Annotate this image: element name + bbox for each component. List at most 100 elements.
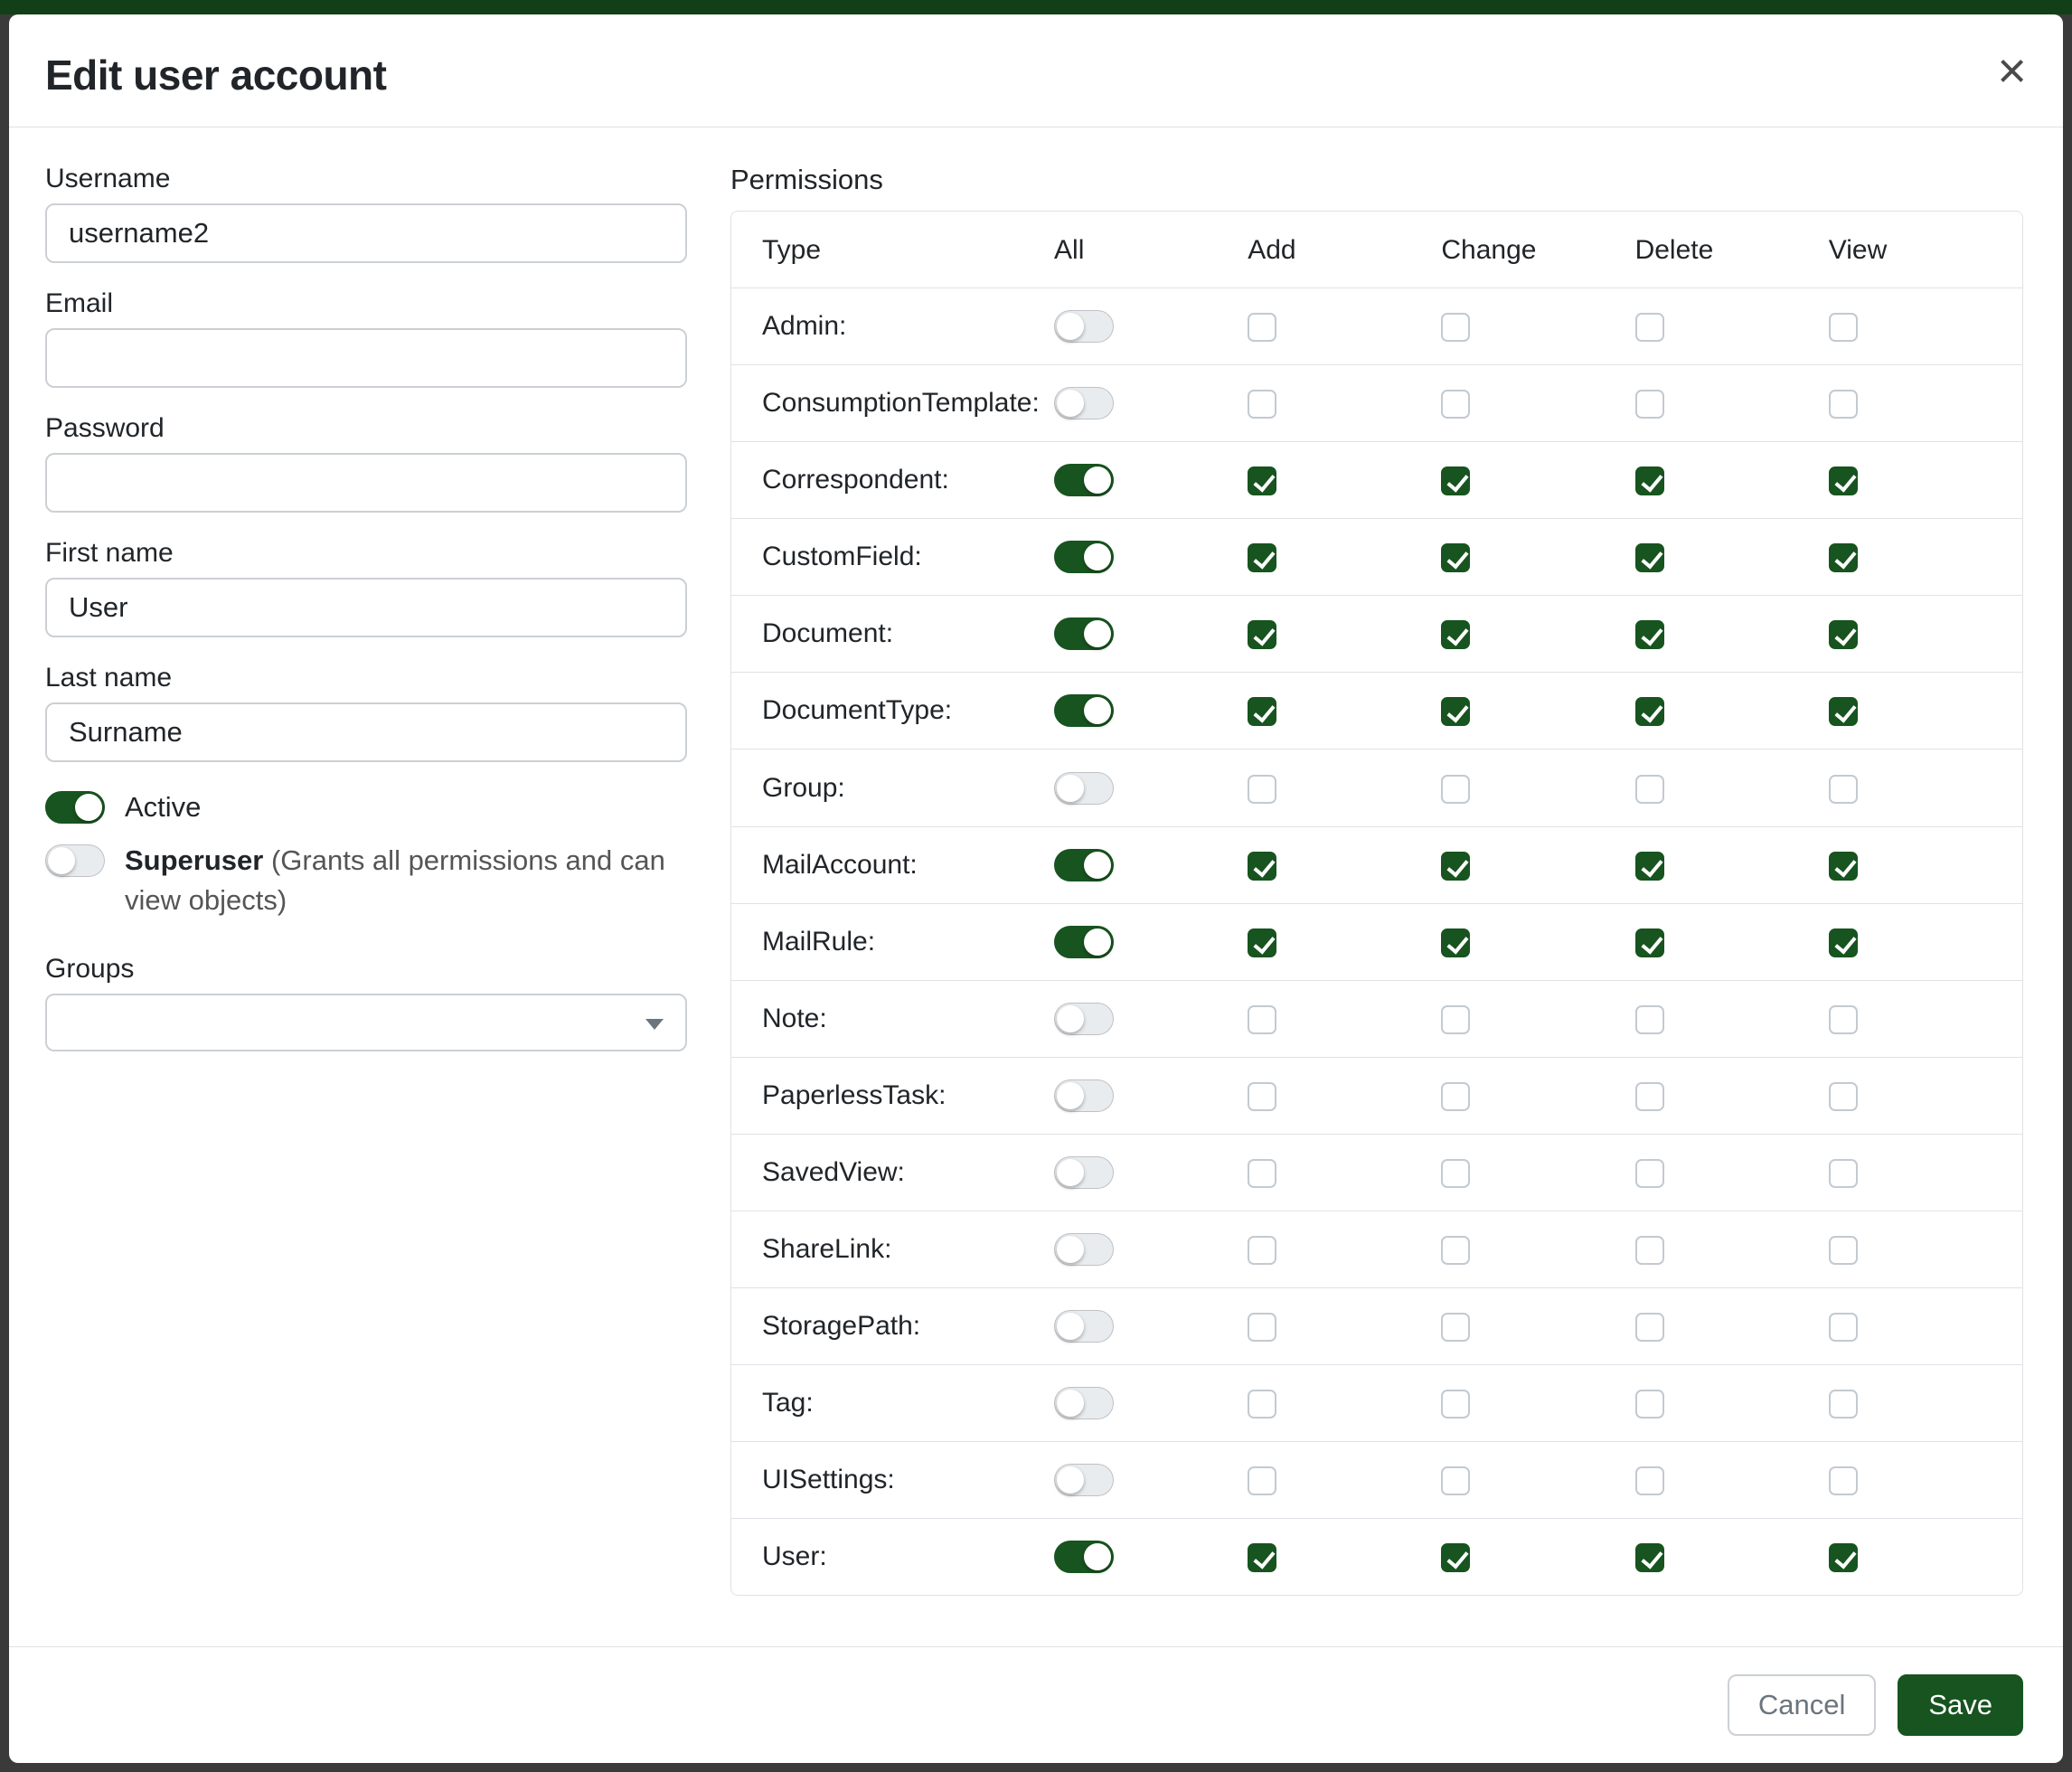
permission-toggle-all[interactable]	[1054, 310, 1114, 343]
permission-checkbox-view[interactable]	[1829, 390, 1858, 419]
permission-checkbox-delete[interactable]	[1635, 1390, 1664, 1419]
username-input[interactable]	[45, 203, 687, 263]
permission-toggle-all[interactable]	[1054, 849, 1114, 881]
permission-toggle-all[interactable]	[1054, 1310, 1114, 1343]
save-button[interactable]: Save	[1898, 1674, 2023, 1736]
permission-type-label: SavedView:	[731, 1134, 1054, 1211]
permission-checkbox-delete[interactable]	[1635, 775, 1664, 804]
permission-toggle-all[interactable]	[1054, 926, 1114, 958]
permission-checkbox-change[interactable]	[1441, 620, 1470, 649]
permission-checkbox-add[interactable]	[1248, 1005, 1276, 1034]
permission-checkbox-view[interactable]	[1829, 852, 1858, 881]
permission-toggle-all[interactable]	[1054, 772, 1114, 805]
column-header-type: Type	[731, 212, 1054, 288]
permission-checkbox-delete[interactable]	[1635, 313, 1664, 342]
email-input[interactable]	[45, 328, 687, 388]
permission-checkbox-change[interactable]	[1441, 775, 1470, 804]
permission-checkbox-delete[interactable]	[1635, 1236, 1664, 1265]
permission-checkbox-change[interactable]	[1441, 1082, 1470, 1111]
permission-checkbox-delete[interactable]	[1635, 390, 1664, 419]
permission-checkbox-view[interactable]	[1829, 1005, 1858, 1034]
permission-checkbox-add[interactable]	[1248, 543, 1276, 572]
permission-toggle-all[interactable]	[1054, 617, 1114, 650]
permission-checkbox-view[interactable]	[1829, 1159, 1858, 1188]
permission-checkbox-delete[interactable]	[1635, 1313, 1664, 1342]
close-icon[interactable]: ×	[1997, 45, 2027, 96]
permission-checkbox-view[interactable]	[1829, 543, 1858, 572]
permission-checkbox-change[interactable]	[1441, 1390, 1470, 1419]
permission-toggle-all[interactable]	[1054, 694, 1114, 727]
permission-checkbox-change[interactable]	[1441, 1005, 1470, 1034]
permission-toggle-all[interactable]	[1054, 1079, 1114, 1112]
permission-checkbox-change[interactable]	[1441, 543, 1470, 572]
first-name-input[interactable]	[45, 578, 687, 637]
permission-checkbox-view[interactable]	[1829, 1313, 1858, 1342]
permission-checkbox-add[interactable]	[1248, 467, 1276, 495]
permission-checkbox-add[interactable]	[1248, 1159, 1276, 1188]
permission-checkbox-add[interactable]	[1248, 1390, 1276, 1419]
permission-toggle-all[interactable]	[1054, 1464, 1114, 1496]
permission-checkbox-view[interactable]	[1829, 1236, 1858, 1265]
permission-checkbox-view[interactable]	[1829, 928, 1858, 957]
groups-select[interactable]	[45, 994, 687, 1051]
permission-checkbox-change[interactable]	[1441, 1236, 1470, 1265]
permission-checkbox-change[interactable]	[1441, 1159, 1470, 1188]
permission-checkbox-view[interactable]	[1829, 697, 1858, 726]
permission-checkbox-add[interactable]	[1248, 390, 1276, 419]
permission-checkbox-delete[interactable]	[1635, 1082, 1664, 1111]
permission-checkbox-delete[interactable]	[1635, 1466, 1664, 1495]
permission-checkbox-add[interactable]	[1248, 1466, 1276, 1495]
permission-checkbox-delete[interactable]	[1635, 467, 1664, 495]
permission-checkbox-view[interactable]	[1829, 1390, 1858, 1419]
cancel-button[interactable]: Cancel	[1728, 1674, 1877, 1736]
permission-toggle-all[interactable]	[1054, 1541, 1114, 1573]
permission-row: StoragePath:	[731, 1288, 2022, 1365]
permission-toggle-all[interactable]	[1054, 1003, 1114, 1035]
permission-checkbox-view[interactable]	[1829, 467, 1858, 495]
permission-checkbox-view[interactable]	[1829, 1082, 1858, 1111]
permission-checkbox-add[interactable]	[1248, 697, 1276, 726]
permission-checkbox-delete[interactable]	[1635, 543, 1664, 572]
toggle-knob	[1057, 1005, 1084, 1032]
last-name-input[interactable]	[45, 702, 687, 762]
permission-checkbox-delete[interactable]	[1635, 928, 1664, 957]
permission-checkbox-delete[interactable]	[1635, 1543, 1664, 1572]
permission-checkbox-add[interactable]	[1248, 313, 1276, 342]
permission-checkbox-delete[interactable]	[1635, 1005, 1664, 1034]
permission-checkbox-delete[interactable]	[1635, 697, 1664, 726]
permission-checkbox-add[interactable]	[1248, 1313, 1276, 1342]
permission-checkbox-change[interactable]	[1441, 852, 1470, 881]
permission-toggle-all[interactable]	[1054, 541, 1114, 573]
permission-checkbox-view[interactable]	[1829, 313, 1858, 342]
permission-checkbox-add[interactable]	[1248, 1082, 1276, 1111]
permission-checkbox-view[interactable]	[1829, 775, 1858, 804]
permission-checkbox-change[interactable]	[1441, 697, 1470, 726]
permission-checkbox-delete[interactable]	[1635, 852, 1664, 881]
permission-toggle-all[interactable]	[1054, 1387, 1114, 1419]
permission-checkbox-add[interactable]	[1248, 1543, 1276, 1572]
permission-toggle-all[interactable]	[1054, 464, 1114, 496]
permission-toggle-all[interactable]	[1054, 387, 1114, 419]
permission-checkbox-view[interactable]	[1829, 1543, 1858, 1572]
permission-checkbox-change[interactable]	[1441, 390, 1470, 419]
active-toggle[interactable]	[45, 791, 105, 824]
permission-checkbox-change[interactable]	[1441, 1543, 1470, 1572]
permission-checkbox-change[interactable]	[1441, 1466, 1470, 1495]
permission-checkbox-add[interactable]	[1248, 852, 1276, 881]
permission-checkbox-change[interactable]	[1441, 467, 1470, 495]
permission-checkbox-change[interactable]	[1441, 928, 1470, 957]
password-input[interactable]	[45, 453, 687, 513]
permission-toggle-all[interactable]	[1054, 1233, 1114, 1266]
permission-checkbox-change[interactable]	[1441, 313, 1470, 342]
permission-checkbox-add[interactable]	[1248, 775, 1276, 804]
permission-checkbox-add[interactable]	[1248, 928, 1276, 957]
permission-checkbox-view[interactable]	[1829, 1466, 1858, 1495]
permission-checkbox-change[interactable]	[1441, 1313, 1470, 1342]
permission-checkbox-add[interactable]	[1248, 620, 1276, 649]
permission-toggle-all[interactable]	[1054, 1156, 1114, 1189]
permission-checkbox-delete[interactable]	[1635, 1159, 1664, 1188]
permission-checkbox-delete[interactable]	[1635, 620, 1664, 649]
permission-checkbox-add[interactable]	[1248, 1236, 1276, 1265]
permission-checkbox-view[interactable]	[1829, 620, 1858, 649]
superuser-toggle[interactable]	[45, 844, 105, 877]
